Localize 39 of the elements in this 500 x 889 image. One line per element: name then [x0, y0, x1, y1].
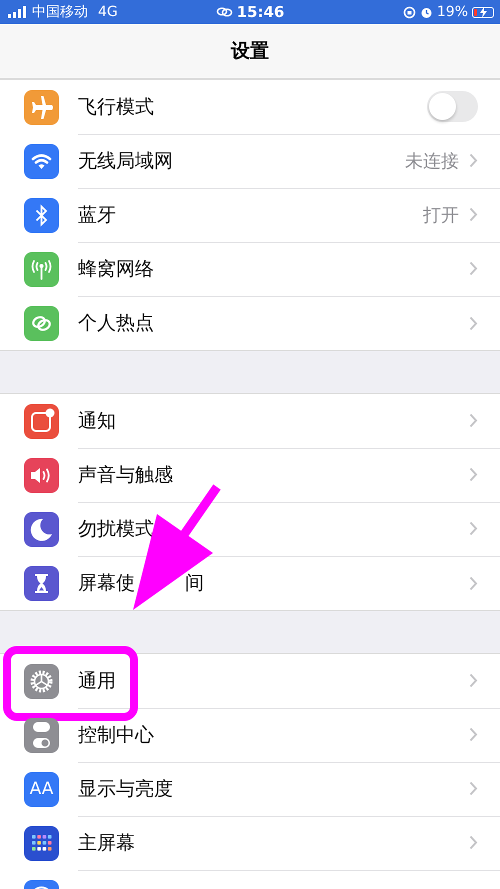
- chevron-icon: [469, 207, 478, 222]
- setting-label[interactable]: 无线局域网: [78, 148, 173, 174]
- chevron-icon: [469, 673, 478, 688]
- setting-label[interactable]: 蓝牙: [78, 202, 116, 228]
- text-size-icon: AA: [24, 772, 59, 806]
- chevron-icon: [469, 316, 478, 330]
- chevron-icon: [469, 727, 478, 742]
- setting-label[interactable]: 个人热点: [78, 310, 154, 336]
- chevron-icon: [469, 781, 478, 796]
- rotation-lock-icon: [402, 6, 416, 18]
- network-type: 4G: [98, 4, 118, 20]
- chevron-icon: [469, 521, 478, 536]
- signal-icon: [8, 6, 28, 18]
- setting-value: 未连接: [405, 150, 459, 172]
- setting-label[interactable]: 主屏幕: [78, 830, 135, 856]
- setting-label[interactable]: 控制中心: [78, 722, 154, 748]
- battery-icon: [472, 6, 494, 18]
- setting-label[interactable]: 显示与亮度: [78, 776, 173, 802]
- chevron-icon: [469, 467, 478, 482]
- setting-label[interactable]: 屏幕使: [78, 570, 135, 596]
- setting-label[interactable]: 蜂窝网络: [78, 256, 154, 282]
- clock-time: 15:46: [236, 3, 284, 21]
- chevron-icon: [469, 576, 478, 590]
- setting-label[interactable]: 通用: [78, 668, 116, 694]
- setting-label[interactable]: 飞行模式: [78, 94, 154, 120]
- setting-label[interactable]: 声音与触感: [78, 462, 173, 488]
- battery-percent: 19%: [436, 4, 468, 20]
- carrier-name: 中国移动: [32, 3, 88, 21]
- link-icon: [216, 7, 233, 17]
- toggle-switch[interactable]: [427, 91, 478, 122]
- setting-label[interactable]: 间: [185, 570, 204, 596]
- chevron-icon: [469, 835, 478, 850]
- chevron-icon: [469, 413, 478, 428]
- page-title: 设置: [231, 39, 269, 64]
- chevron-icon: [469, 153, 478, 168]
- alarm-icon: [420, 6, 433, 18]
- setting-value: 打开: [423, 204, 459, 226]
- setting-label[interactable]: 通知: [78, 408, 116, 434]
- chevron-icon: [469, 261, 478, 276]
